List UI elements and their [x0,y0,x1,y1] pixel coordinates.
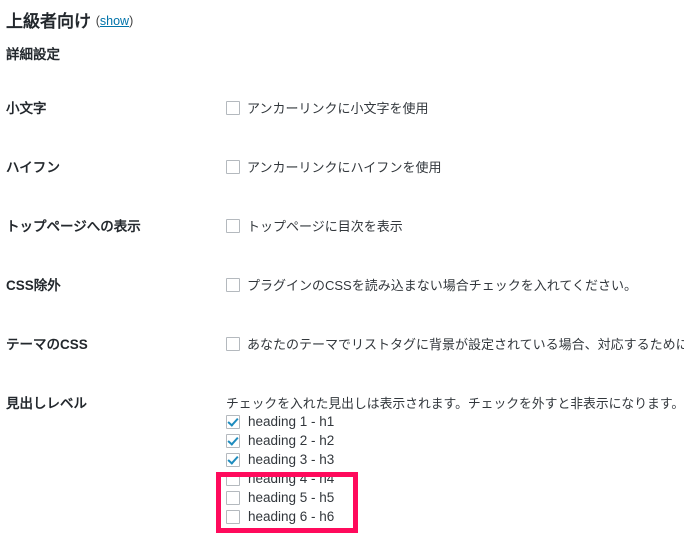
list-item[interactable]: heading 1 - h1 [226,412,684,431]
checkbox-theme-css[interactable] [226,337,240,351]
heading-label-2[interactable]: heading 2 - h2 [248,431,334,450]
list-item[interactable]: heading 2 - h2 [226,431,684,450]
row-field-heading-level: チェックを入れた見出しは表示されます。チェックを外すと非表示になります。 hea… [226,395,684,526]
checkbox-lowercase[interactable] [226,101,240,115]
checkbox-label-toppage-display[interactable]: トップページに目次を表示 [247,219,403,234]
heading-label-6[interactable]: heading 6 - h6 [248,507,334,526]
list-item[interactable]: heading 4 - h4 [226,469,684,488]
heading-level-list: heading 1 - h1 heading 2 - h2 heading 3 … [226,412,684,526]
checkbox-label-hyphen[interactable]: アンカーリンクにハイフンを使用 [247,160,441,175]
checkbox-heading-3[interactable] [226,452,240,467]
checkbox-heading-6[interactable] [226,509,240,524]
list-item[interactable]: heading 6 - h6 [226,507,684,526]
row-label-css-exclude: CSS除外 [6,278,61,293]
row-field-css-exclude: プラグインのCSSを読み込まない場合チェックを入れてください。 [226,277,637,295]
row-field-theme-css: あなたのテーマでリストタグに背景が設定されている場合、対応するために [226,336,684,354]
checkbox-toppage-display[interactable] [226,219,240,233]
heading-label-1[interactable]: heading 1 - h1 [248,412,334,431]
row-field-toppage-display: トップページに目次を表示 [226,218,403,236]
toggle-close-paren: ) [129,14,134,28]
heading-label-3[interactable]: heading 3 - h3 [248,450,334,469]
row-field-hyphen: アンカーリンクにハイフンを使用 [226,159,441,177]
checkbox-css-exclude[interactable] [226,278,240,292]
checkbox-label-css-exclude[interactable]: プラグインのCSSを読み込まない場合チェックを入れてください。 [247,278,637,293]
heading-label-5[interactable]: heading 5 - h5 [248,488,334,507]
section-title: 上級者向け [6,12,91,31]
row-label-hyphen: ハイフン [6,160,60,175]
row-field-lowercase: アンカーリンクに小文字を使用 [226,100,428,118]
checkbox-heading-4[interactable] [226,471,240,486]
checkbox-heading-2[interactable] [226,433,240,448]
heading-level-hint: チェックを入れた見出しは表示されます。チェックを外すと非表示になります。 [226,396,684,411]
row-label-lowercase: 小文字 [6,101,47,116]
list-item[interactable]: heading 5 - h5 [226,488,684,507]
subsection-heading: 詳細設定 [6,47,60,62]
show-toggle-link[interactable]: show [100,14,129,28]
heading-label-4[interactable]: heading 4 - h4 [248,469,334,488]
settings-page: 上級者向け (show) 詳細設定 小文字 アンカーリンクに小文字を使用 ハイフ… [0,0,684,544]
section-heading: 上級者向け (show) [6,7,133,32]
row-label-heading-level: 見出しレベル [6,396,87,411]
checkbox-hyphen[interactable] [226,160,240,174]
row-label-toppage-display: トップページへの表示 [6,219,141,234]
checkbox-heading-1[interactable] [226,414,240,429]
checkbox-label-theme-css[interactable]: あなたのテーマでリストタグに背景が設定されている場合、対応するために [247,337,684,352]
checkbox-heading-5[interactable] [226,490,240,505]
checkbox-label-lowercase[interactable]: アンカーリンクに小文字を使用 [247,101,428,116]
list-item[interactable]: heading 3 - h3 [226,450,684,469]
row-label-theme-css: テーマのCSS [6,337,88,352]
